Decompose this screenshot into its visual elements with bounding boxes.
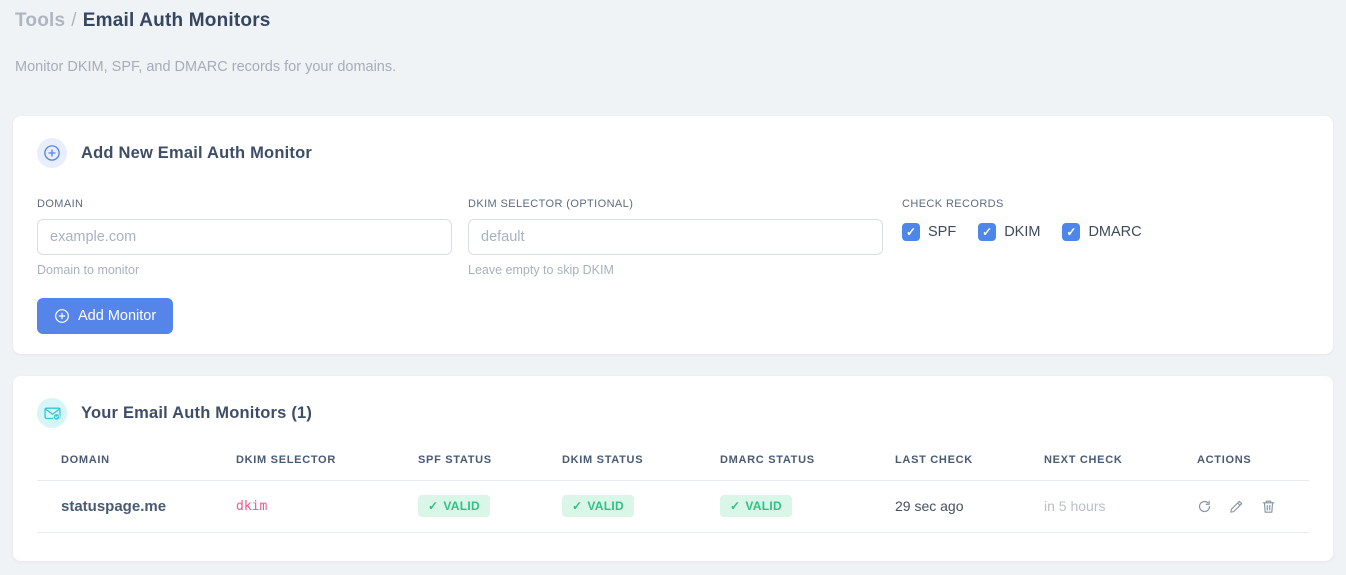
column-header-domain: DOMAIN: [37, 442, 212, 481]
plus-circle-icon: [37, 138, 67, 168]
add-monitor-form: DOMAIN Domain to monitor DKIM SELECTOR (…: [37, 198, 1309, 277]
page-header: Tools / Email Auth Monitors Monitor DKIM, …: [13, 0, 1333, 75]
domain-input[interactable]: [37, 219, 452, 255]
add-monitor-button-label: Add Monitor: [78, 308, 157, 324]
email-check-icon: [37, 398, 67, 428]
dkim-selector-field-group: DKIM SELECTOR (OPTIONAL) Leave empty to …: [468, 198, 883, 277]
monitors-card-title: Your Email Auth Monitors (1): [81, 403, 313, 422]
spf-checkbox-label: SPF: [928, 224, 957, 240]
edit-button[interactable]: [1229, 499, 1244, 514]
column-header-dmarc-status: DMARC STATUS: [696, 442, 871, 481]
dkim-status-badge: ✓ VALID: [562, 495, 634, 517]
check-records-label: CHECK RECORDS: [902, 198, 1004, 210]
spf-status-cell: ✓ VALID: [394, 480, 538, 533]
dkim-status-cell: ✓ VALID: [538, 480, 696, 533]
trash-icon: [1262, 501, 1275, 514]
email-auth-monitors-page: Tools / Email Auth Monitors Monitor DKIM, …: [0, 0, 1346, 561]
column-header-last-check: LAST CHECK: [871, 442, 1020, 481]
column-header-dkim-status: DKIM STATUS: [538, 442, 696, 481]
check-icon: ✓: [730, 499, 741, 513]
pencil-icon: [1230, 501, 1243, 514]
breadcrumb-separator: /: [71, 10, 77, 31]
spf-checkbox-item[interactable]: ✓ SPF: [902, 223, 956, 241]
dkim-selector-input[interactable]: [468, 219, 883, 255]
spf-checkbox[interactable]: ✓: [902, 223, 920, 241]
delete-button[interactable]: [1261, 499, 1276, 514]
monitor-last-check: 29 sec ago: [871, 480, 1020, 533]
monitor-table-row: statuspage.me dkim ✓ VALID ✓ VALID ✓ VALID …: [37, 480, 1309, 533]
add-monitor-button[interactable]: Add Monitor: [37, 298, 174, 334]
add-monitor-card-header: Add New Email Auth Monitor: [37, 138, 1309, 168]
dmarc-status-cell: ✓ VALID: [696, 480, 871, 533]
dkim-selector-label: DKIM SELECTOR (OPTIONAL): [468, 198, 634, 210]
breadcrumb-tools-link[interactable]: Tools: [15, 10, 65, 31]
monitor-domain: statuspage.me: [37, 480, 212, 533]
check-icon: ✓: [428, 499, 439, 513]
monitor-dkim-selector: dkim: [212, 480, 394, 533]
add-monitor-card: Add New Email Auth Monitor DOMAIN Domain…: [13, 116, 1333, 354]
monitors-list-card: Your Email Auth Monitors (1) DOMAIN DKIM…: [13, 376, 1333, 561]
page-subtitle: Monitor DKIM, SPF, and DMARC records for…: [15, 59, 397, 75]
dmarc-checkbox[interactable]: ✓: [1062, 223, 1081, 241]
check-records-row: ✓ SPF ✓ DKIM ✓ DMARC: [902, 223, 1142, 241]
dmarc-checkbox-item[interactable]: ✓ DMARC: [1062, 223, 1142, 241]
column-header-dkim-selector: DKIM SELECTOR: [212, 442, 394, 481]
check-icon: ✓: [572, 499, 583, 513]
dkim-checkbox[interactable]: ✓: [978, 223, 997, 241]
domain-label: DOMAIN: [37, 198, 84, 210]
monitor-actions-cell: [1173, 480, 1309, 533]
column-header-spf-status: SPF STATUS: [394, 442, 538, 481]
monitors-card-header: Your Email Auth Monitors (1): [37, 398, 1309, 428]
spf-status-badge: ✓ VALID: [418, 495, 490, 517]
add-monitor-card-title: Add New Email Auth Monitor: [81, 143, 312, 162]
page-title: Email Auth Monitors: [82, 10, 271, 31]
dmarc-checkbox-label: DMARC: [1088, 224, 1142, 240]
refresh-button[interactable]: [1197, 499, 1212, 514]
domain-field-group: DOMAIN Domain to monitor: [37, 198, 452, 277]
domain-help-text: Domain to monitor: [37, 263, 140, 277]
column-header-next-check: NEXT CHECK: [1020, 442, 1173, 481]
monitor-next-check: in 5 hours: [1020, 480, 1173, 533]
dmarc-status-badge: ✓ VALID: [720, 495, 792, 517]
column-header-actions: ACTIONS: [1173, 442, 1309, 481]
monitors-table: DOMAIN DKIM SELECTOR SPF STATUS DKIM STA…: [37, 442, 1309, 533]
dkim-checkbox-label: DKIM: [1004, 224, 1041, 240]
breadcrumb: Tools / Email Auth Monitors: [15, 10, 1331, 32]
refresh-icon: [1198, 501, 1211, 513]
check-records-group: CHECK RECORDS ✓ SPF ✓ DKIM ✓ DMARC: [902, 198, 1142, 277]
dkim-selector-help-text: Leave empty to skip DKIM: [468, 263, 614, 277]
table-header-row: DOMAIN DKIM SELECTOR SPF STATUS DKIM STA…: [37, 442, 1309, 481]
dkim-checkbox-item[interactable]: ✓ DKIM: [978, 223, 1040, 241]
plus-circle-icon: [54, 308, 70, 324]
